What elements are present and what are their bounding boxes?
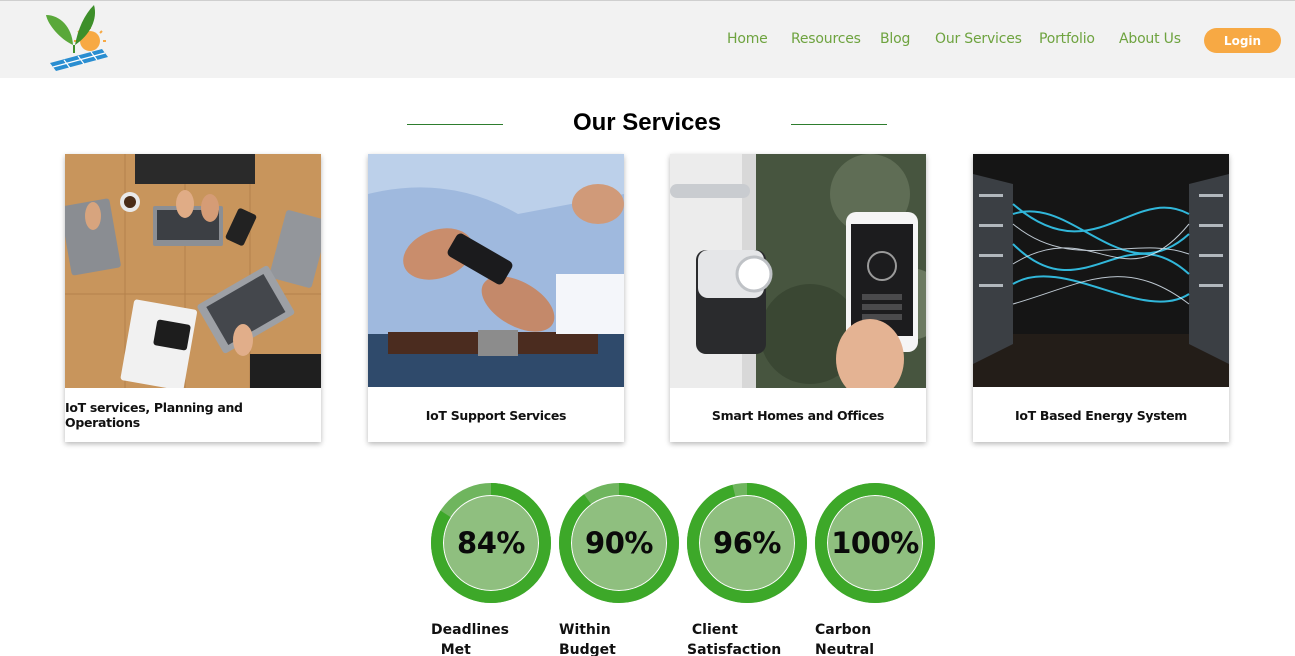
hands-holding-phone-photo <box>368 154 624 388</box>
stat-ring-budget: 90% <box>559 483 679 603</box>
stat-ring-deadlines: 84% <box>431 483 551 603</box>
stat-value: 96% <box>713 526 781 560</box>
site-header: Home Resources Blog Our Services Portfol… <box>0 0 1295 78</box>
stat-value: 90% <box>585 526 653 560</box>
stat-label-satisfaction: Client Satisfaction <box>687 622 782 656</box>
service-card-label: IoT Based Energy System <box>1015 407 1187 423</box>
stat-label-carbon: Carbon Neutral <box>815 622 875 656</box>
service-card-label: IoT services, Planning and Operations <box>65 400 243 430</box>
logo-icon[interactable] <box>40 1 112 73</box>
nav-home-link[interactable]: Home <box>727 31 768 47</box>
nav-about-us-link[interactable]: About Us <box>1119 31 1181 47</box>
nav-blog-link[interactable]: Blog <box>880 31 910 47</box>
service-card-iot-planning[interactable]: IoT services, Planning and Operations <box>65 154 321 442</box>
stat-value: 84% <box>457 526 525 560</box>
smart-door-lock-phone-photo <box>670 154 926 388</box>
nav-resources-link[interactable]: Resources <box>791 31 861 47</box>
stat-value: 100% <box>831 526 919 560</box>
nav-our-services-link[interactable]: Our Services <box>935 31 1022 47</box>
service-card-iot-support[interactable]: IoT Support Services <box>368 154 624 442</box>
service-card-smart-homes[interactable]: Smart Homes and Offices <box>670 154 926 442</box>
login-button[interactable]: Login <box>1204 28 1281 53</box>
server-cables-photo <box>973 154 1229 388</box>
stat-ring-satisfaction: 96% <box>687 483 807 603</box>
stat-label-deadlines: Deadlines Met <box>431 622 509 656</box>
section-title: Our Services <box>572 109 722 136</box>
stat-ring-carbon: 100% <box>815 483 935 603</box>
nav-portfolio-link[interactable]: Portfolio <box>1039 31 1095 47</box>
service-card-label: Smart Homes and Offices <box>711 407 885 423</box>
laptops-on-table-photo <box>65 154 321 388</box>
stat-label-budget: Within Budget <box>559 622 616 656</box>
title-divider-left <box>407 124 503 125</box>
service-card-energy-system[interactable]: IoT Based Energy System <box>973 154 1229 442</box>
service-card-label: IoT Support Services <box>425 407 567 423</box>
title-divider-right <box>791 124 887 125</box>
